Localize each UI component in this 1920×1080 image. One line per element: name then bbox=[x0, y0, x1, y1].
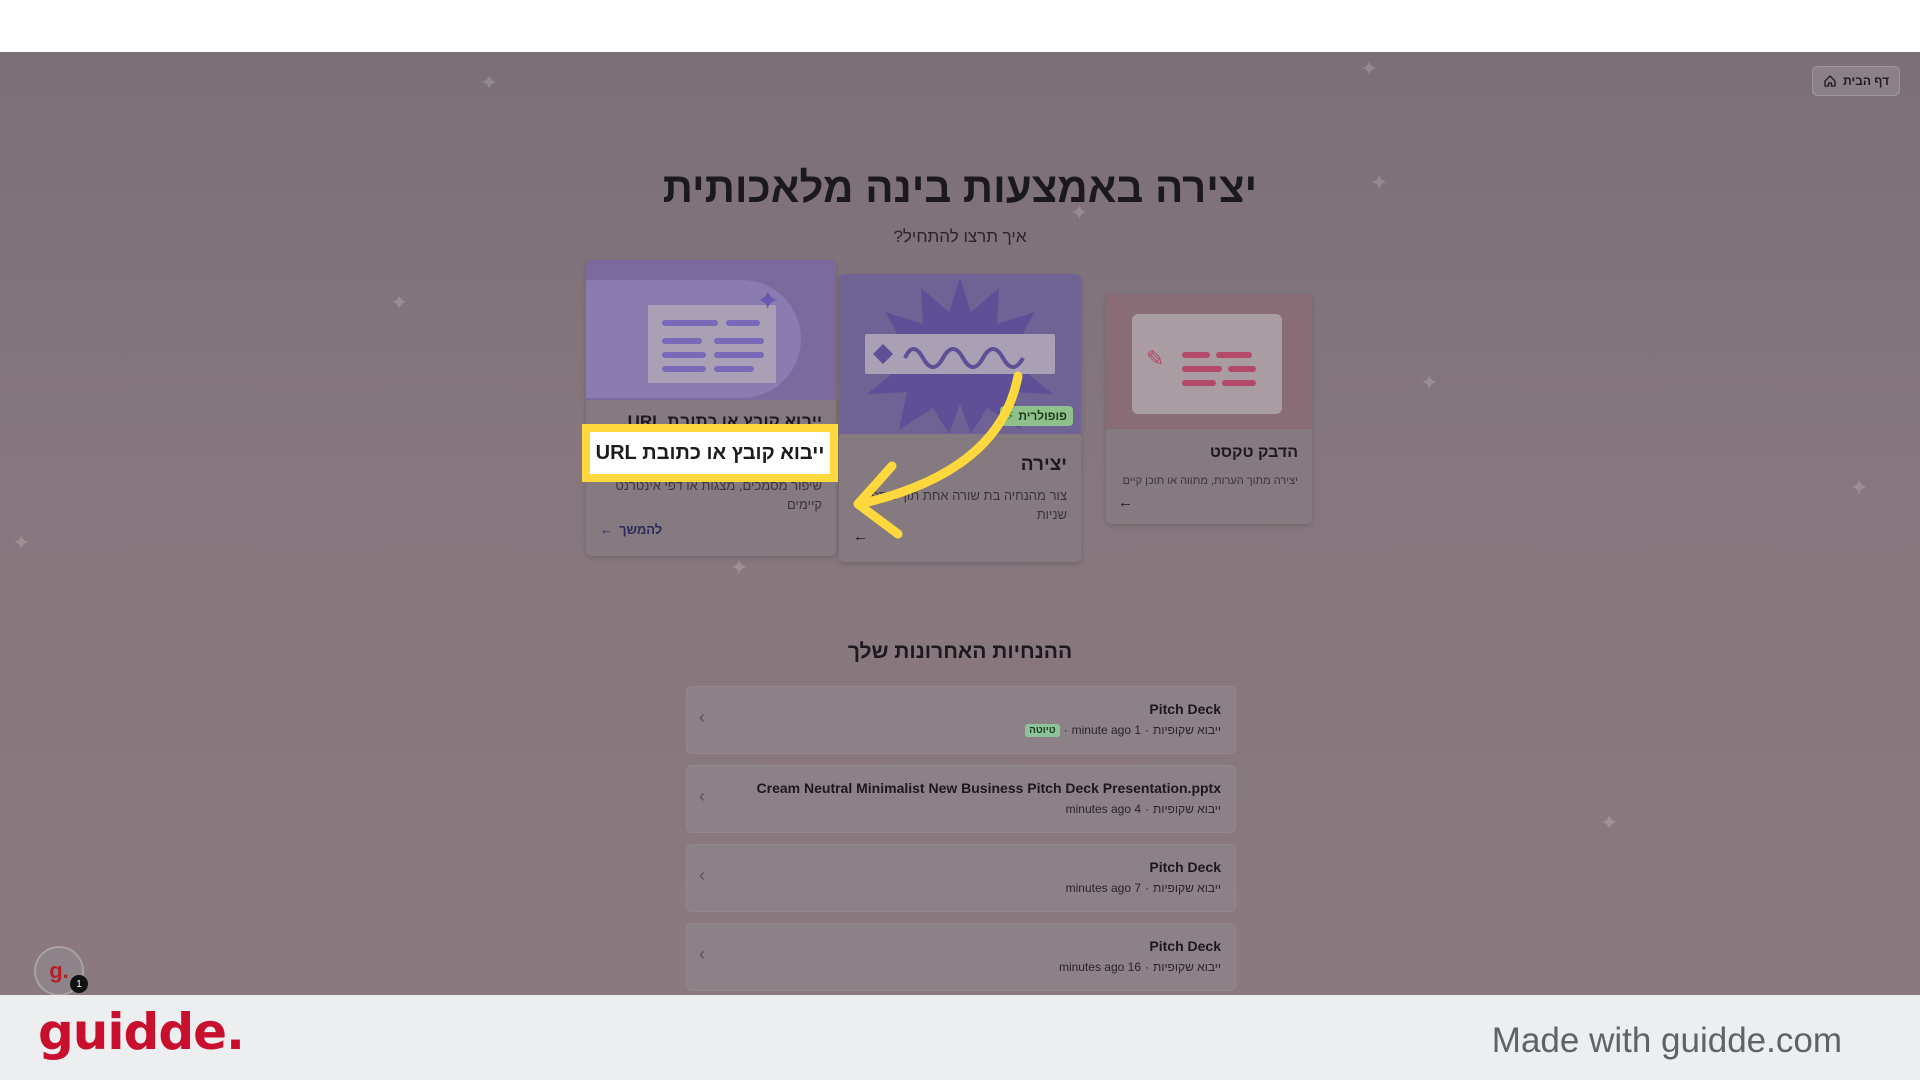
prompt-time: 7 minutes ago bbox=[1065, 881, 1142, 895]
page-title: יצירה באמצעות בינה מלאכותית bbox=[662, 164, 1258, 211]
notification-badge: 1 bbox=[70, 975, 88, 993]
chevron-left-icon: ‹ bbox=[699, 786, 705, 806]
arrow-left-icon: ← bbox=[600, 522, 613, 537]
sparkle-icon: ✦ bbox=[480, 70, 499, 95]
import-card-illustration: ✦ bbox=[586, 260, 836, 400]
prompt-name: Pitch Deck bbox=[1149, 938, 1221, 954]
prompt-name: Pitch Deck bbox=[1149, 859, 1221, 875]
app-stage: ✦ ✦ ✦ ✦ ✦ ✦ ✦ ✦ ✦ ✦ דף הבית יצירה באמצעו… bbox=[0, 52, 1920, 995]
browser-top-area bbox=[0, 0, 1920, 52]
home-icon bbox=[1824, 75, 1836, 87]
recent-prompt-row[interactable]: Pitch Deck ייבוא שקופיות · 16 minutes ago… bbox=[686, 923, 1236, 991]
recent-prompts-title: ההנחיות האחרונות שלך bbox=[847, 640, 1073, 663]
import-card-continue[interactable]: להמשך ← bbox=[600, 522, 662, 537]
home-button[interactable]: דף הבית bbox=[1812, 66, 1900, 96]
sparkle-icon: ✦ bbox=[1420, 370, 1439, 395]
paste-card-title: הדבק טקסט bbox=[1209, 444, 1298, 461]
prompt-name: Pitch Deck bbox=[1149, 701, 1221, 717]
paste-text-card[interactable]: ✎ הדבק טקסט יצירה מתוך הערות, מתווה או ת… bbox=[1106, 294, 1312, 524]
guidde-widget-letter: g. bbox=[49, 958, 69, 983]
prompt-name: Cream Neutral Minimalist New Business Pi… bbox=[756, 780, 1221, 796]
prompt-time: 4 minutes ago bbox=[1065, 802, 1142, 816]
prompt-type: ייבוא שקופיות bbox=[1153, 881, 1221, 895]
import-card[interactable]: ✦ ייבוא קובץ או כתובת URL שיפור מסמכים, … bbox=[586, 260, 836, 556]
paste-card-illustration: ✎ bbox=[1106, 294, 1312, 429]
prompt-type: ייבוא שקופיות bbox=[1153, 802, 1221, 816]
sparkle-icon: ✦ bbox=[390, 290, 409, 315]
guidde-logo: guidde. bbox=[38, 1003, 245, 1061]
callout-highlight: ייבוא קובץ או כתובת URL bbox=[582, 424, 838, 482]
recent-prompt-row[interactable]: Pitch Deck ייבוא שקופיות · 1 minute ago · … bbox=[686, 686, 1236, 754]
sparkle-icon: ✦ bbox=[1850, 475, 1869, 500]
prompt-meta: ייבוא שקופיות · 1 minute ago · טיוטה bbox=[1025, 723, 1221, 737]
prompt-type: ייבוא שקופיות bbox=[1153, 960, 1221, 974]
sparkle-icon: ✦ bbox=[1360, 56, 1379, 81]
prompt-meta: ייבוא שקופיות · 4 minutes ago bbox=[1065, 802, 1221, 816]
chevron-left-icon: ‹ bbox=[699, 707, 705, 727]
magic-wand-icon: ✎ bbox=[1146, 346, 1165, 371]
home-label: דף הבית bbox=[1843, 74, 1889, 88]
prompt-type: ייבוא שקופיות bbox=[1153, 723, 1221, 737]
draft-tag: טיוטה bbox=[1025, 723, 1060, 737]
paste-card-description: יצירה מתוך הערות, מתווה או תוכן קיים bbox=[1122, 475, 1298, 487]
continue-label: להמשך bbox=[619, 522, 663, 537]
page-subtitle: איך תרצו להתחיל? bbox=[893, 227, 1027, 246]
sparkle-icon: ✦ bbox=[12, 530, 31, 555]
footer-bar: guidde. Made with guidde.com bbox=[0, 995, 1920, 1080]
callout-label: ייבוא קובץ או כתובת URL bbox=[590, 432, 830, 474]
chevron-left-icon: ‹ bbox=[699, 865, 705, 885]
prompt-time: 1 minute ago bbox=[1071, 723, 1142, 737]
prompt-time: 16 minutes ago bbox=[1058, 960, 1142, 974]
chevron-left-icon: ‹ bbox=[699, 944, 705, 964]
callout-arrow-icon bbox=[853, 371, 1023, 539]
sparkle-icon: ✦ bbox=[756, 285, 780, 316]
sparkle-icon: ✦ bbox=[730, 555, 749, 580]
arrow-left-icon[interactable]: ← bbox=[1118, 494, 1133, 511]
prompt-meta: ייבוא שקופיות · 16 minutes ago bbox=[1058, 960, 1221, 974]
made-with-text: Made with guidde.com bbox=[1491, 1021, 1842, 1060]
recent-prompt-row[interactable]: Pitch Deck ייבוא שקופיות · 7 minutes ago … bbox=[686, 844, 1236, 912]
prompt-meta: ייבוא שקופיות · 7 minutes ago bbox=[1065, 881, 1221, 895]
recent-prompt-row[interactable]: Cream Neutral Minimalist New Business Pi… bbox=[686, 765, 1236, 833]
sparkle-icon: ✦ bbox=[1600, 810, 1619, 835]
